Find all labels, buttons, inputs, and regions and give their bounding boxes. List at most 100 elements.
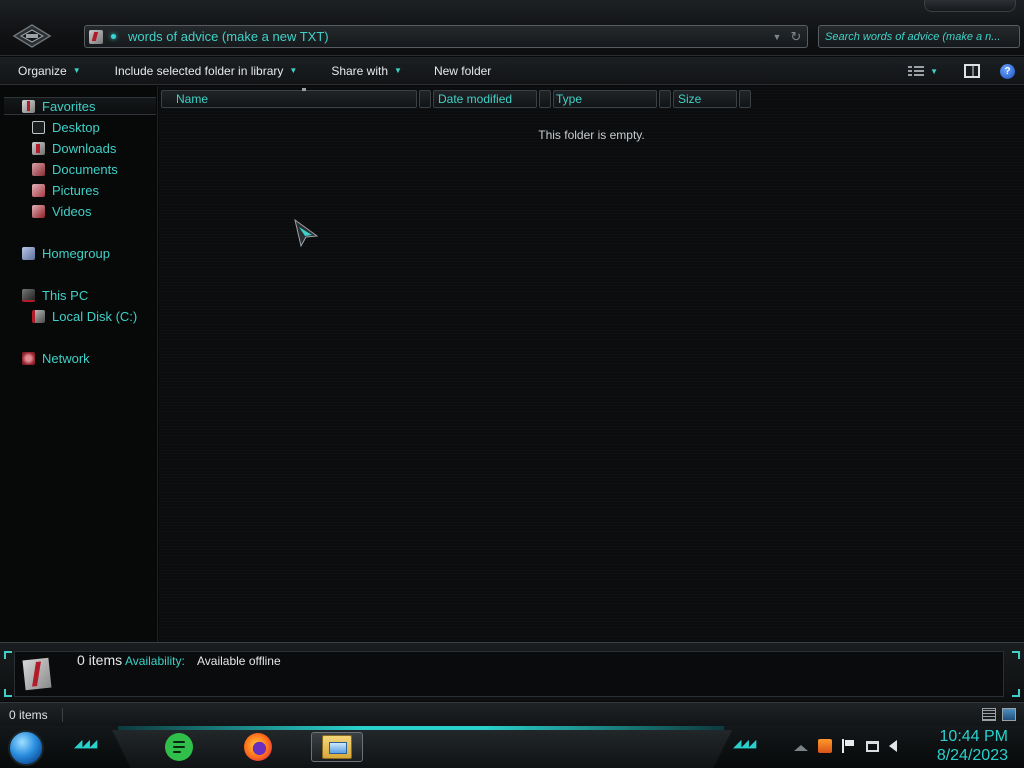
sidebar-item-label: Downloads — [52, 141, 117, 156]
column-header-row: Name Date modified Type Size — [161, 88, 753, 110]
search-input[interactable]: Search words of advice (make a n... — [818, 25, 1020, 48]
network-icon — [22, 352, 35, 365]
explorer-window: words of advice (make a new TXT) ▼ ↻ Sea… — [0, 0, 1024, 768]
system-tray — [794, 736, 907, 756]
sidebar-item-downloads[interactable]: Downloads — [32, 141, 116, 156]
sidebar-item-pictures[interactable]: Pictures — [32, 183, 99, 198]
address-history-chevron-icon[interactable]: ▼ — [769, 32, 785, 42]
sidebar-item-homegroup[interactable]: Homegroup — [22, 246, 110, 261]
frame-corner-accent — [1012, 651, 1020, 659]
change-view-icon[interactable] — [908, 65, 925, 77]
column-header-type[interactable]: Type — [553, 90, 657, 108]
new-folder-label: New folder — [433, 63, 492, 78]
sidebar-item-this-pc[interactable]: This PC — [22, 288, 88, 303]
taskbar-notes-app[interactable] — [157, 732, 201, 762]
column-header-size[interactable]: Size — [673, 90, 737, 108]
taskbar-band — [112, 730, 732, 768]
chevrons-decor-icon: ◢◢◢ — [733, 738, 756, 750]
chevron-down-icon: ▼ — [72, 66, 81, 75]
documents-icon — [32, 163, 45, 176]
file-explorer-icon — [322, 735, 352, 759]
sidebar-item-local-disk[interactable]: Local Disk (C:) — [32, 309, 137, 324]
folder-location-icon — [89, 29, 103, 44]
file-list[interactable]: Name Date modified Type Size This folder… — [159, 86, 1024, 642]
sidebar-item-label: Videos — [52, 204, 92, 219]
nav-orb-icon[interactable] — [12, 22, 52, 50]
desktop-icon — [32, 121, 45, 134]
organize-label: Organize — [18, 63, 67, 78]
sidebar-item-label: Homegroup — [42, 246, 110, 261]
column-header-name[interactable]: Name — [161, 88, 417, 108]
sidebar-item-network[interactable]: Network — [22, 351, 90, 366]
frame-corner-accent — [1012, 689, 1020, 697]
downloads-icon — [32, 142, 45, 155]
include-in-library-button[interactable]: Include selected folder in library ▼ — [91, 57, 308, 85]
mouse-cursor-icon — [294, 218, 319, 248]
large-icons-view-icon[interactable] — [1002, 708, 1016, 721]
sidebar-item-label: Network — [42, 351, 90, 366]
show-hidden-icons-icon[interactable] — [794, 745, 808, 751]
column-header-label: Date modified — [438, 92, 513, 106]
breadcrumb-separator-icon[interactable] — [111, 34, 116, 39]
hard-disk-icon — [32, 310, 45, 323]
column-resize-handle[interactable] — [659, 90, 671, 108]
notes-app-icon — [165, 733, 193, 761]
pictures-icon — [32, 184, 45, 197]
java-icon[interactable] — [818, 739, 832, 753]
share-with-label: Share with — [331, 63, 389, 78]
sort-indicator-icon — [302, 88, 306, 91]
network-status-icon[interactable] — [866, 740, 879, 752]
taskbar-file-explorer[interactable] — [311, 732, 363, 762]
help-icon[interactable]: ? — [1000, 63, 1015, 79]
column-header-date-modified[interactable]: Date modified — [433, 90, 537, 108]
homegroup-icon — [22, 247, 35, 260]
firefox-icon — [244, 733, 272, 761]
new-folder-button[interactable]: New folder — [412, 57, 501, 85]
sidebar-item-documents[interactable]: Documents — [32, 162, 118, 177]
column-resize-handle[interactable] — [739, 90, 751, 108]
taskbar-firefox[interactable] — [236, 732, 280, 762]
clock-date: 8/24/2023 — [936, 747, 1008, 764]
sidebar-item-videos[interactable]: Videos — [32, 204, 92, 219]
chevrons-decor-icon: ◢◢◢ — [74, 738, 97, 750]
column-header-label: Name — [176, 92, 209, 106]
details-view-icon[interactable] — [982, 708, 996, 721]
column-resize-handle[interactable] — [539, 90, 551, 108]
address-path[interactable]: words of advice (make a new TXT) — [128, 29, 769, 44]
taskbar-clock[interactable]: 10:44 PM 8/24/2023 — [937, 727, 1008, 765]
computer-icon — [22, 289, 35, 302]
videos-icon — [32, 205, 45, 218]
taskbar-accent-line — [118, 726, 724, 730]
clock-time: 10:44 PM — [939, 728, 1008, 745]
folder-thumbnail-icon — [22, 657, 52, 691]
column-resize-handle[interactable] — [419, 90, 431, 108]
refresh-icon[interactable]: ↻ — [785, 29, 807, 45]
preview-pane-icon[interactable] — [964, 64, 980, 78]
action-center-flag-icon[interactable] — [842, 739, 856, 753]
sidebar-item-label: Pictures — [52, 183, 99, 198]
frame-corner-accent — [4, 651, 12, 659]
window-controls-notch[interactable] — [924, 0, 1016, 12]
address-bar[interactable]: words of advice (make a new TXT) ▼ ↻ — [84, 25, 808, 48]
chevron-down-icon: ▼ — [289, 66, 298, 75]
volume-icon[interactable] — [889, 740, 897, 752]
favorites-star-icon — [22, 100, 35, 113]
availability-label: Availability: — [125, 654, 185, 668]
organize-button[interactable]: Organize ▼ — [0, 57, 91, 85]
column-header-label: Type — [556, 92, 583, 106]
details-item-count: 0 items — [77, 652, 123, 668]
sidebar-item-favorites[interactable]: Favorites — [22, 99, 95, 114]
taskbar: ◢◢◢ ◢◢◢ 10:44 PM 8/24/2023 — [0, 726, 1024, 768]
include-library-label: Include selected folder in library — [114, 63, 284, 78]
share-with-button[interactable]: Share with ▼ — [307, 57, 412, 85]
title-bar: words of advice (make a new TXT) ▼ ↻ Sea… — [0, 0, 1024, 56]
sidebar-item-label: This PC — [42, 288, 89, 303]
view-options-chevron-icon[interactable]: ▼ — [930, 67, 938, 76]
navigation-pane: Favorites Desktop Downloads Documents Pi… — [0, 86, 158, 642]
sidebar-item-label: Desktop — [52, 120, 100, 135]
start-orb-icon[interactable] — [8, 730, 44, 766]
status-bar: 0 items — [0, 702, 1024, 726]
sidebar-item-label: Documents — [52, 162, 118, 177]
details-pane: 0 items Availability: Available offline — [0, 642, 1024, 701]
sidebar-item-desktop[interactable]: Desktop — [32, 120, 100, 135]
